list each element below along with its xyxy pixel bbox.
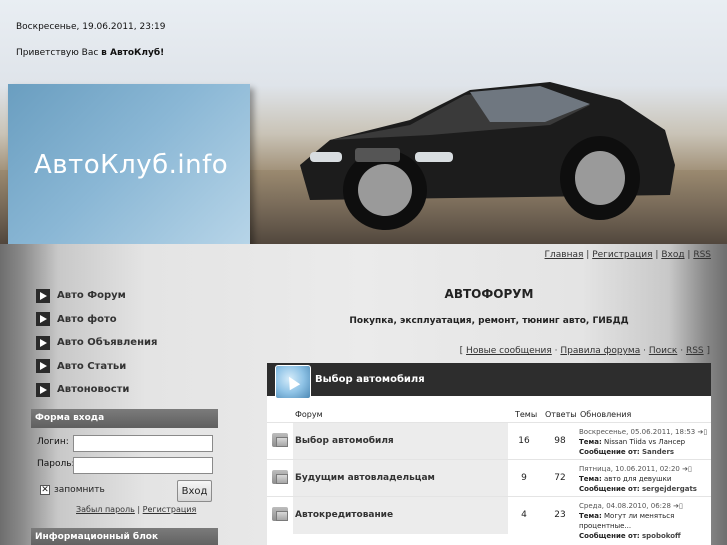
forum-row: Автокредитование 4 23 Среда, 04.08.2010,… <box>267 496 711 540</box>
forgot-password-link[interactable]: Забыл пароль <box>76 505 135 514</box>
greeting: Приветствую Вас в АвтоКлуб! <box>16 48 164 58</box>
theme-label: Тема: <box>579 512 602 520</box>
forum-rules-link[interactable]: Правила форума <box>560 346 640 356</box>
menu-label: Авто фото <box>57 313 117 325</box>
arrow-right-icon <box>36 382 50 397</box>
site-logo[interactable]: АвтоКлуб.info <box>34 150 228 180</box>
theme-label: Тема: <box>579 475 602 483</box>
by-label: Сообщение от: <box>579 448 640 456</box>
last-post-author[interactable]: spobokoff <box>642 532 681 540</box>
col-posts: Ответы <box>545 410 577 419</box>
menu-item-forum[interactable]: Авто Форум <box>36 284 157 308</box>
menu-label: Авто Объявления <box>57 337 158 349</box>
forum-last-post: Среда, 04.08.2010, 06:28 ➔▯ Тема: Могут … <box>579 501 709 541</box>
password-label: Пароль: <box>37 459 75 469</box>
last-post-author[interactable]: Sanders <box>642 448 674 456</box>
go-to-post-icon[interactable]: ➔▯ <box>697 427 707 437</box>
search-link[interactable]: Поиск <box>649 346 678 356</box>
forum-links: [ Новые сообщения · Правила форума · Пои… <box>459 346 710 356</box>
checkbox-checked-icon[interactable]: ✕ <box>40 485 50 495</box>
forum-rss-link[interactable]: RSS <box>686 346 704 356</box>
current-datetime: Воскресенье, 19.06.2011, 23:19 <box>16 22 166 32</box>
arrow-right-icon <box>36 312 50 327</box>
forum-folder-icon <box>272 507 288 521</box>
by-label: Сообщение от: <box>579 532 640 540</box>
forum-column-headers: Форум Темы Ответы Обновления <box>267 396 711 422</box>
go-to-post-icon[interactable]: ➔▯ <box>673 501 683 511</box>
forum-posts-count: 72 <box>554 473 566 483</box>
login-block-title: Форма входа <box>31 409 218 428</box>
top-links: Главная | Регистрация | Вход | RSS <box>544 250 711 260</box>
remember-me[interactable]: ✕ запомнить <box>40 485 105 495</box>
forum-name[interactable]: Выбор автомобиля <box>293 423 508 460</box>
forum-folder-icon <box>272 433 288 447</box>
menu-label: Автоновости <box>57 384 130 396</box>
login-links: Забыл пароль | Регистрация <box>76 505 197 514</box>
last-post-date: Пятница, 10.06.2011, 02:20 <box>579 465 680 473</box>
forum-row: Будущим автовладельцам 9 72 Пятница, 10.… <box>267 459 711 497</box>
register-link[interactable]: Регистрация <box>143 505 197 514</box>
logo-box: АвтоКлуб.info <box>8 84 250 268</box>
link-rss[interactable]: RSS <box>693 250 711 260</box>
col-last: Обновления <box>580 410 632 419</box>
forum-subtitle: Покупка, эксплуатация, ремонт, тюнинг ав… <box>349 316 629 326</box>
remember-label: запомнить <box>54 485 105 495</box>
forum-section-header[interactable]: Выбор автомобиля <box>267 363 711 399</box>
theme-label: Тема: <box>579 438 602 446</box>
password-input[interactable] <box>73 457 213 474</box>
last-post-theme[interactable]: авто для девушки <box>604 475 671 483</box>
forum-name[interactable]: Автокредитование <box>293 497 508 534</box>
menu-label: Авто Статьи <box>57 360 127 372</box>
menu-item-articles[interactable]: Авто Статьи <box>36 355 157 379</box>
forum-topics-count: 16 <box>518 436 530 446</box>
menu-item-news[interactable]: Автоновости <box>36 378 157 402</box>
by-label: Сообщение от: <box>579 485 640 493</box>
new-posts-link[interactable]: Новые сообщения <box>466 346 552 356</box>
last-post-theme[interactable]: Nissan Tiida vs Лансер <box>604 438 685 446</box>
col-forum: Форум <box>295 410 323 419</box>
forum-folder-icon <box>272 470 288 484</box>
forum-posts-count: 23 <box>554 510 566 520</box>
menu-item-ads[interactable]: Авто Объявления <box>36 331 157 355</box>
forum-posts-count: 98 <box>554 436 566 446</box>
greeting-prefix: Приветствую Вас <box>16 48 102 58</box>
link-home[interactable]: Главная <box>545 250 584 260</box>
arrow-right-icon <box>36 288 50 303</box>
menu-label: Авто Форум <box>57 290 126 302</box>
login-label: Логин: <box>37 437 69 447</box>
link-login[interactable]: Вход <box>661 250 684 260</box>
last-post-author[interactable]: sergejdergats <box>642 485 697 493</box>
forum-topics-count: 4 <box>521 510 527 520</box>
car-image <box>300 82 675 230</box>
forum-table: Выбор автомобиля Форум Темы Ответы Обнов… <box>267 363 711 545</box>
forum-name[interactable]: Будущим автовладельцам <box>293 460 508 497</box>
forum-section-icon <box>275 365 311 399</box>
last-post-date: Воскресенье, 05.06.2011, 18:53 <box>579 428 696 436</box>
menu-item-photo[interactable]: Авто фото <box>36 308 157 332</box>
login-input[interactable] <box>73 435 213 452</box>
forum-last-post: Пятница, 10.06.2011, 02:20 ➔▯ Тема: авто… <box>579 464 709 494</box>
arrow-right-icon <box>36 359 50 374</box>
site-menu: Авто Форум Авто фото Авто Объявления Авт… <box>36 284 157 402</box>
forum-last-post: Воскресенье, 05.06.2011, 18:53 ➔▯ Тема: … <box>579 427 709 457</box>
login-button[interactable]: Вход <box>177 480 212 502</box>
last-post-date: Среда, 04.08.2010, 06:28 <box>579 502 671 510</box>
forum-row: Выбор автомобиля 16 98 Воскресенье, 05.0… <box>267 422 711 460</box>
greeting-site: в АвтоКлуб! <box>101 48 165 58</box>
info-block-title: Информационный блок <box>31 528 218 545</box>
link-register[interactable]: Регистрация <box>592 250 652 260</box>
col-topics: Темы <box>515 410 538 419</box>
forum-section-title[interactable]: Выбор автомобиля <box>315 374 425 385</box>
forum-topics-count: 9 <box>521 473 527 483</box>
arrow-right-icon <box>36 335 50 350</box>
go-to-post-icon[interactable]: ➔▯ <box>682 464 692 474</box>
forum-title: АВТОФОРУМ <box>444 287 534 301</box>
